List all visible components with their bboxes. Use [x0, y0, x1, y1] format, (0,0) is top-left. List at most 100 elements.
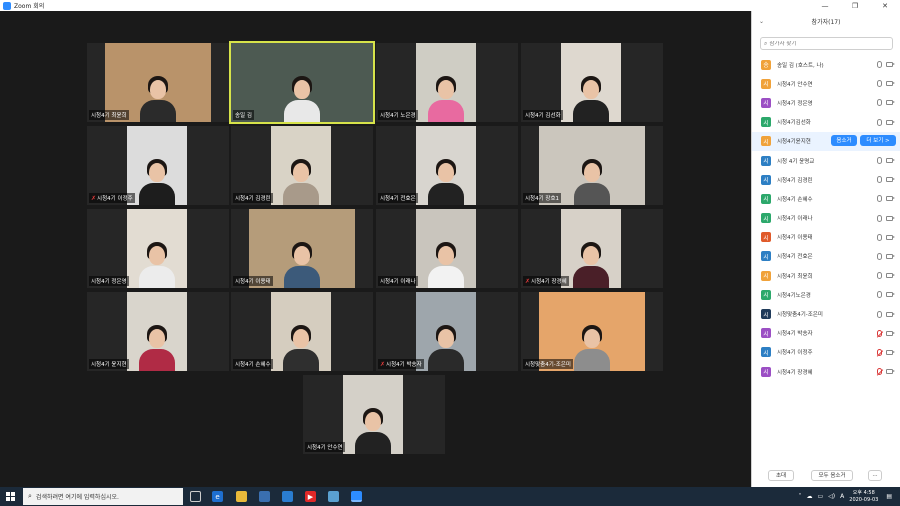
- video-tile[interactable]: 시청4기 김경린: [231, 126, 373, 205]
- participant-name: 시청4기윤지현: [777, 139, 811, 146]
- participant-figure: [137, 159, 177, 205]
- avatar: 시: [761, 97, 771, 108]
- avatar: 시: [761, 366, 771, 377]
- video-camera-icon: [886, 311, 895, 317]
- video-tile[interactable]: 시청4기 윤지현: [87, 292, 229, 371]
- tile-name-label: 송일 김: [233, 110, 254, 120]
- mic-icon: [877, 252, 882, 260]
- minimize-button[interactable]: —: [810, 0, 840, 11]
- participant-figure: [571, 242, 611, 288]
- participant-search[interactable]: ⌕: [760, 37, 893, 50]
- tray-chevron-icon[interactable]: ˄: [799, 493, 802, 500]
- zoom-taskbar-icon[interactable]: [351, 491, 362, 502]
- video-feed: [416, 292, 476, 371]
- participant-name: 시청 4기 윤명교: [777, 158, 815, 165]
- search-icon: ⌕: [764, 39, 768, 47]
- participant-figure: [137, 242, 177, 288]
- video-tile[interactable]: 시청4기 이래나: [376, 209, 518, 288]
- participant-figure: [426, 325, 466, 371]
- mute-all-button[interactable]: 모두 음소거: [811, 469, 853, 481]
- participant-row[interactable]: 시 시청4기윤지현 음소거 더 보기 >: [752, 131, 900, 151]
- mic-icon: [877, 233, 882, 241]
- participant-row[interactable]: 시 시청4기 장경혜: [752, 362, 900, 381]
- participant-row[interactable]: 시 시청 4기 윤명교: [752, 151, 900, 170]
- video-tile[interactable]: 시청4기 손혜수: [231, 292, 373, 371]
- more-button[interactable]: 더 보기 >: [860, 134, 896, 146]
- avatar: 시: [761, 309, 771, 320]
- participant-row[interactable]: 시 시청4기 최윤희: [752, 266, 900, 285]
- video-tile[interactable]: 송일 김: [229, 41, 375, 124]
- muted-mic-icon: ✗: [525, 277, 531, 285]
- windows-start-icon[interactable]: [6, 492, 15, 501]
- participant-name: 송일 김 (호스트, 나): [777, 62, 824, 69]
- video-tile[interactable]: 시청4기 정은영: [87, 209, 229, 288]
- avatar: 시: [761, 251, 771, 262]
- video-tile[interactable]: 시청4기 장호1: [521, 126, 663, 205]
- video-camera-icon: [886, 234, 895, 240]
- muted-mic-icon: [877, 329, 882, 337]
- invite-button[interactable]: 초대: [768, 469, 794, 481]
- participant-figure: [571, 76, 611, 122]
- video-camera-icon: [886, 81, 895, 87]
- video-camera-icon: [886, 215, 895, 221]
- file-explorer-icon[interactable]: [236, 491, 247, 502]
- participant-row[interactable]: 시 시청4기 박송자: [752, 324, 900, 343]
- close-button[interactable]: ✕: [870, 0, 900, 11]
- video-camera-icon: [886, 100, 895, 106]
- participant-figure: [282, 76, 322, 122]
- participant-figure: [281, 325, 321, 371]
- mail-icon[interactable]: [282, 491, 293, 502]
- participant-row[interactable]: 시 시청4기노은경: [752, 285, 900, 304]
- participant-name: 시청4기김선화: [777, 120, 811, 127]
- participant-row[interactable]: 시 시청4기 안수연: [752, 74, 900, 93]
- participant-row[interactable]: 시 시청4기김선화: [752, 113, 900, 132]
- video-tile[interactable]: ✗ 시청4기 박송자: [376, 292, 518, 371]
- participant-row[interactable]: 시 시청4기 이용태: [752, 228, 900, 247]
- video-camera-icon: [886, 177, 895, 183]
- participant-row[interactable]: 시 시청4기 김경린: [752, 170, 900, 189]
- video-gallery: 시청4기 최윤희 송일 김 시청4기 노은경 시청4기 김선화 ✗ 시청4기 이정주 시청4…: [0, 11, 751, 487]
- tile-name-text: 시청4기 노은경: [380, 113, 416, 119]
- participant-figure: [137, 325, 177, 371]
- video-tile[interactable]: 시청4기 전효은: [376, 126, 518, 205]
- participant-row[interactable]: 시 시청4기 이래나: [752, 209, 900, 228]
- video-tile[interactable]: 시청4기 노은경: [376, 43, 518, 122]
- participant-row[interactable]: 시 시청4기 손혜수: [752, 189, 900, 208]
- video-tile[interactable]: ✗ 시청4기 이정주: [87, 126, 229, 205]
- video-tile[interactable]: 시청맞춤4기-조은미: [521, 292, 663, 371]
- video-camera-icon: [886, 119, 895, 125]
- participant-row[interactable]: 송 송일 김 (호스트, 나): [752, 55, 900, 74]
- network-icon[interactable]: ▭: [818, 493, 824, 500]
- participant-search-input[interactable]: [769, 40, 880, 47]
- participant-row[interactable]: 시 시청4기 이정주: [752, 343, 900, 362]
- video-tile[interactable]: 시청4기 김선화: [521, 43, 663, 122]
- more-options-button[interactable]: ...: [868, 469, 882, 481]
- clock[interactable]: 오후 4:58 2020-09-03: [849, 490, 878, 504]
- muted-mic-icon: [877, 348, 882, 356]
- video-tile[interactable]: 시청4기 최윤희: [87, 43, 229, 122]
- video-tile[interactable]: 시청4기 이용태: [231, 209, 373, 288]
- video-feed: [561, 209, 621, 288]
- participant-row[interactable]: 시 시청4기 정은영: [752, 93, 900, 112]
- collapse-chevron-icon[interactable]: ⌄: [759, 18, 764, 25]
- video-tile[interactable]: 시청4기 안수연: [303, 375, 445, 454]
- maximize-button[interactable]: ❐: [840, 0, 870, 11]
- edge-browser-icon[interactable]: e: [212, 491, 223, 502]
- taskbar-search[interactable]: ⌕ 검색하려면 여기에 입력하십시오.: [23, 488, 183, 505]
- participant-row[interactable]: 시 시청4기 전효은: [752, 247, 900, 266]
- mute-participant-button[interactable]: 음소거: [831, 134, 857, 146]
- input-language[interactable]: A: [840, 493, 844, 500]
- task-view-icon[interactable]: [190, 491, 201, 502]
- store-icon[interactable]: [259, 491, 270, 502]
- volume-icon[interactable]: ◁): [828, 493, 835, 500]
- video-tile[interactable]: ✗ 시청4기 장경혜: [521, 209, 663, 288]
- app-icon[interactable]: [328, 491, 339, 502]
- mic-icon: [877, 272, 882, 280]
- youtube-icon[interactable]: ▶: [305, 491, 316, 502]
- notification-icon[interactable]: ▤: [886, 493, 892, 500]
- video-camera-icon: [886, 292, 895, 298]
- participant-row[interactable]: 시 시청맞춤4기-조은미: [752, 304, 900, 323]
- avatar: 시: [761, 174, 771, 185]
- tile-name-label: 시청4기 김선화: [523, 110, 563, 120]
- cloud-icon[interactable]: ☁: [807, 493, 813, 500]
